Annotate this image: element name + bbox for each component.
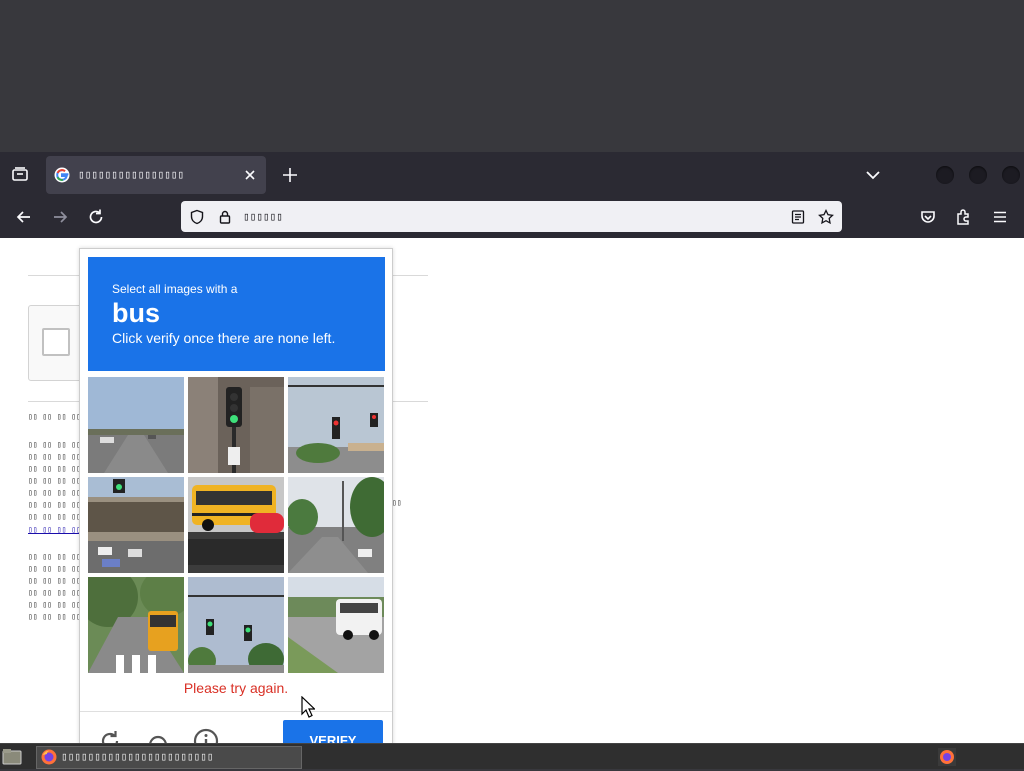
tile-overpass-parking[interactable] xyxy=(88,477,184,573)
firefox-tray-icon[interactable] xyxy=(938,748,956,766)
verify-button[interactable]: VERIFY xyxy=(283,720,383,743)
tile-school-bus[interactable] xyxy=(188,477,284,573)
firefox-icon xyxy=(41,749,57,765)
garbled-link[interactable]: ▯▯ ▯▯ ▯▯ ▯▯ xyxy=(28,525,81,534)
page-content: ▯▯ ▯▯ ▯▯ ▯▯ ▯▯ ▯▯ ▯▯ ▯▯ ▯▯ ▯▯ ▯▯ ▯▯ ▯▯ ▯… xyxy=(0,238,1024,743)
desktop-background xyxy=(0,0,1024,152)
recaptcha-checkbox[interactable] xyxy=(42,328,70,356)
list-all-tabs-icon[interactable] xyxy=(864,166,882,184)
file-manager-icon[interactable] xyxy=(2,747,22,765)
tile-white-bus[interactable] xyxy=(288,577,384,673)
system-taskbar: ▯▯▯▯▯▯▯▯▯▯▯▯▯▯▯▯▯▯▯▯▯▯▯ xyxy=(0,743,1024,769)
taskbar-window-title: ▯▯▯▯▯▯▯▯▯▯▯▯▯▯▯▯▯▯▯▯▯▯▯ xyxy=(61,750,214,763)
garbled-line: ▯▯ ▯▯ ▯▯ ▯▯ xyxy=(28,464,81,473)
garbled-line: ▯▯ ▯▯ ▯▯ ▯▯ xyxy=(28,500,81,509)
garbled-line: ▯▯ ▯▯ ▯▯ ▯▯ xyxy=(28,588,81,597)
instruction-subtext: Click verify once there are none left. xyxy=(112,330,336,346)
instruction-text: Select all images with a xyxy=(112,282,238,296)
taskbar-firefox-window[interactable]: ▯▯▯▯▯▯▯▯▯▯▯▯▯▯▯▯▯▯▯▯▯▯▯ xyxy=(36,746,302,769)
garbled-line: ▯▯ ▯▯ ▯▯ ▯▯ xyxy=(28,576,81,585)
navigation-toolbar: ▯▯▯▯▯▯ xyxy=(0,197,1024,238)
footer-divider xyxy=(80,711,392,712)
extensions-icon[interactable] xyxy=(954,207,974,227)
garbled-line: ▯▯ ▯▯ ▯▯ ▯▯ xyxy=(28,600,81,609)
garbled-text: ▯▯ ▯▯ ▯▯ ▯▯ xyxy=(28,412,81,421)
google-favicon xyxy=(54,167,70,183)
new-tab-icon[interactable] xyxy=(280,165,300,185)
reload-icon[interactable] xyxy=(86,207,106,227)
tab-list-icon[interactable] xyxy=(8,162,32,186)
pocket-icon[interactable] xyxy=(918,207,938,227)
info-icon[interactable] xyxy=(192,727,220,743)
tile-traffic-lights-intersection[interactable] xyxy=(288,377,384,473)
tile-road-1[interactable] xyxy=(88,377,184,473)
shield-icon[interactable] xyxy=(189,209,205,225)
error-message: Please try again. xyxy=(183,680,289,696)
tile-traffic-light-building[interactable] xyxy=(188,377,284,473)
minimize-window-button[interactable] xyxy=(936,166,954,184)
garbled-line: ▯▯ ▯▯ ▯▯ ▯▯ xyxy=(28,564,81,573)
forward-icon[interactable] xyxy=(50,207,70,227)
active-tab[interactable]: ▯▯▯▯▯▯▯▯▯▯▯▯▯▯▯▯ xyxy=(46,156,266,194)
captcha-challenge-popup: Select all images with a bus Click verif… xyxy=(79,248,393,743)
close-tab-icon[interactable] xyxy=(242,167,258,183)
garbled-line: ▯▯ ▯▯ ▯▯ ▯▯ xyxy=(28,612,81,621)
tab-title: ▯▯▯▯▯▯▯▯▯▯▯▯▯▯▯▯ xyxy=(78,168,184,181)
garbled-line: ▯▯ ▯▯ ▯▯ ▯▯ xyxy=(28,552,81,561)
close-window-button[interactable] xyxy=(1002,166,1020,184)
target-object: bus xyxy=(112,298,161,328)
mouse-cursor-icon xyxy=(301,696,315,718)
reload-icon[interactable] xyxy=(96,727,124,743)
reader-view-icon[interactable] xyxy=(790,209,806,225)
lock-icon[interactable] xyxy=(217,209,233,225)
tab-bar: ▯▯▯▯▯▯▯▯▯▯▯▯▯▯▯▯ xyxy=(0,152,1024,197)
captcha-image-grid xyxy=(88,377,385,674)
captcha-instruction-header: Select all images with a bus Click verif… xyxy=(88,257,385,371)
garbled-line: ▯▯ ▯▯ ▯▯ ▯▯ xyxy=(28,476,81,485)
tile-traffic-lights-palms[interactable] xyxy=(188,577,284,673)
garbled-line: ▯▯ ▯▯ ▯▯ ▯▯ xyxy=(28,440,81,449)
maximize-window-button[interactable] xyxy=(969,166,987,184)
garbled-line: ▯▯ ▯▯ ▯▯ ▯▯ xyxy=(28,488,81,497)
bookmark-star-icon[interactable] xyxy=(818,208,834,225)
tile-bus-street[interactable] xyxy=(88,577,184,673)
audio-icon[interactable] xyxy=(144,727,172,743)
menu-icon[interactable] xyxy=(990,207,1010,227)
garbled-line: ▯▯ ▯▯ ▯▯ ▯▯ xyxy=(28,452,81,461)
tile-street-trees[interactable] xyxy=(288,477,384,573)
garbled-side-text: ▯▯ xyxy=(392,498,402,507)
url-bar[interactable]: ▯▯▯▯▯▯ xyxy=(181,201,842,232)
back-icon[interactable] xyxy=(14,207,34,227)
url-text: ▯▯▯▯▯▯ xyxy=(243,210,283,223)
garbled-line: ▯▯ ▯▯ ▯▯ ▯▯ xyxy=(28,512,81,521)
